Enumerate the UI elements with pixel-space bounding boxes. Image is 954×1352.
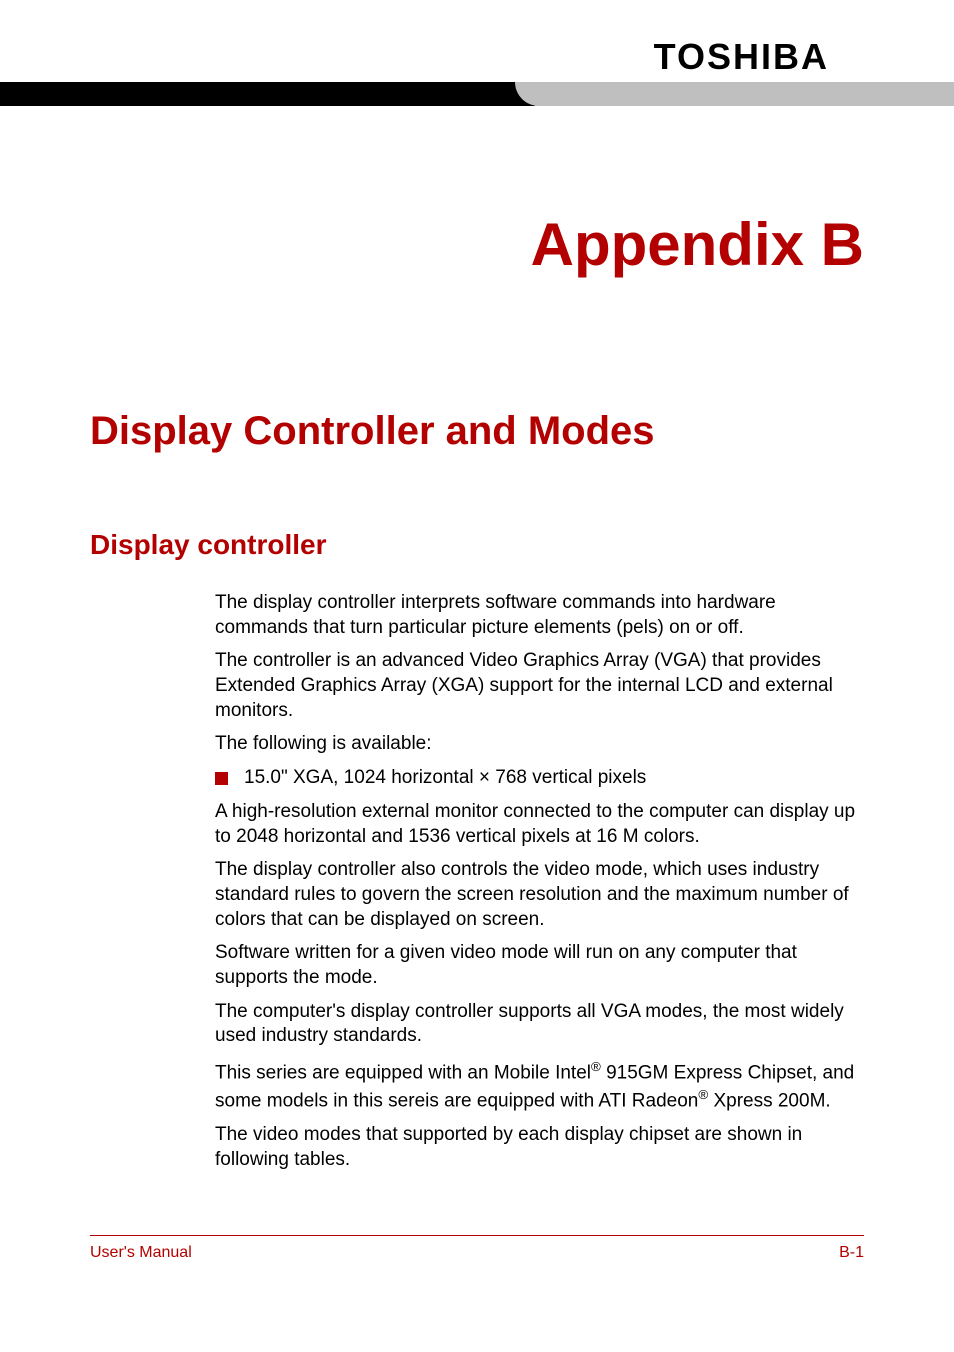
footer-left: User's Manual [90, 1244, 192, 1262]
footer-page-number: B-1 [839, 1244, 864, 1262]
bullet-item: 15.0" XGA, 1024 horizontal × 768 vertica… [215, 766, 859, 791]
page-footer: User's Manual B-1 [90, 1235, 864, 1262]
text-fragment: Xpress 200M. [708, 1090, 831, 1111]
appendix-title: Appendix B [0, 210, 864, 279]
paragraph: The video modes that supported by each d… [215, 1123, 859, 1172]
footer-row: User's Manual B-1 [90, 1244, 864, 1262]
registered-mark: ® [591, 1059, 601, 1074]
paragraph: This series are equipped with an Mobile … [215, 1058, 859, 1114]
paragraph: The display controller interprets softwa… [215, 591, 859, 640]
footer-rule [90, 1235, 864, 1236]
bullet-text: 15.0" XGA, 1024 horizontal × 768 vertica… [244, 766, 646, 791]
page-header: TOSHIBA [0, 0, 954, 120]
bullet-square-icon [215, 772, 228, 785]
body-content: The display controller interprets softwa… [215, 591, 859, 1172]
header-rule-dark [0, 82, 535, 106]
registered-mark: ® [698, 1087, 708, 1102]
paragraph: The following is available: [215, 732, 859, 757]
paragraph: The display controller also controls the… [215, 858, 859, 932]
section-title: Display controller [90, 529, 954, 561]
paragraph: The computer's display controller suppor… [215, 1000, 859, 1049]
paragraph: The controller is an advanced Video Grap… [215, 649, 859, 723]
brand-logo: TOSHIBA [654, 36, 829, 78]
paragraph: Software written for a given video mode … [215, 941, 859, 990]
header-rule [0, 82, 954, 106]
chapter-title: Display Controller and Modes [90, 409, 954, 454]
text-fragment: This series are equipped with an Mobile … [215, 1062, 591, 1083]
paragraph: A high-resolution external monitor conne… [215, 800, 859, 849]
header-rule-light [535, 82, 954, 106]
